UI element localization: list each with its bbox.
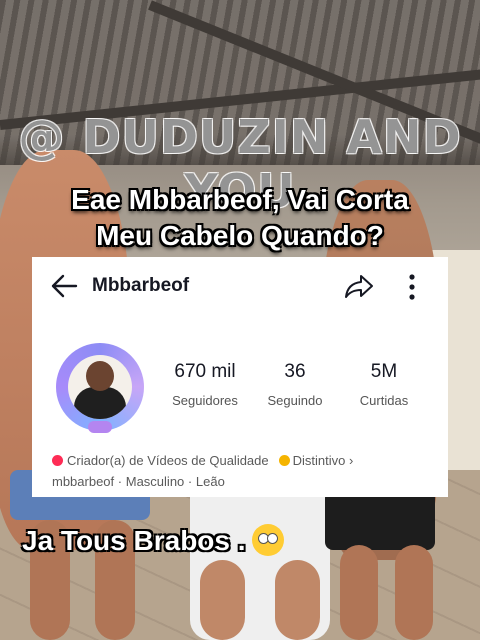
more-vertical-icon[interactable]	[402, 273, 422, 301]
profile-header: Mbbarbeof	[32, 257, 448, 315]
creator-line: Criador(a) de Vídeos de Qualidade Distint…	[52, 453, 353, 468]
creator-badge-icon	[52, 455, 63, 466]
share-icon[interactable]	[344, 273, 374, 299]
profile-card: Mbbarbeof 670 mil Seguidores 36 Seguindo…	[32, 257, 448, 497]
meta-separator: ·	[117, 474, 123, 489]
stat-label: Seguidores	[172, 393, 238, 408]
avatar-frame	[56, 343, 144, 431]
arrow-left-icon[interactable]	[50, 273, 78, 299]
leg	[200, 560, 245, 640]
profile-meta: mbbarbeof · Masculino · Leão	[52, 474, 225, 489]
caption-line-1: Eae Mbbarbeof, Vai Corta	[71, 184, 409, 215]
avatar-photo	[68, 355, 132, 419]
stat-label: Curtidas	[359, 393, 409, 408]
eye-roll-emoji-icon	[251, 524, 284, 556]
stat-followers[interactable]: 670 mil Seguidores	[160, 361, 250, 408]
badge-link[interactable]: Distintivo	[293, 453, 346, 468]
caption-line-2: Meu Cabelo Quando?	[96, 220, 384, 251]
stat-value: 5M	[370, 361, 398, 382]
stat-label: Seguindo	[267, 393, 323, 408]
meta-gender: Masculino	[125, 474, 185, 489]
caption-bottom: Ja Tous Brabos .	[22, 524, 284, 557]
profile-username: Mbbarbeof	[92, 275, 190, 296]
leg	[275, 560, 320, 640]
meta-handle: mbbarbeof	[52, 474, 115, 489]
stat-following[interactable]: 36 Seguindo	[250, 361, 340, 408]
avatar[interactable]	[50, 337, 150, 437]
chevron-right-icon[interactable]: ›	[349, 453, 353, 468]
stat-likes[interactable]: 5M Curtidas	[339, 361, 429, 408]
meta-separator: ·	[187, 474, 193, 489]
badge-icon	[278, 455, 290, 466]
caption-bottom-text: Ja Tous Brabos .	[22, 525, 246, 556]
leg	[340, 545, 378, 640]
leg	[395, 545, 433, 640]
stat-value: 36	[284, 361, 306, 382]
shorts-right	[325, 490, 435, 550]
creator-label: Criador(a) de Vídeos de Qualidade	[67, 453, 269, 468]
meta-sign: Leão	[195, 474, 225, 489]
avatar-badge	[88, 421, 112, 433]
stat-value: 670 mil	[174, 361, 236, 382]
